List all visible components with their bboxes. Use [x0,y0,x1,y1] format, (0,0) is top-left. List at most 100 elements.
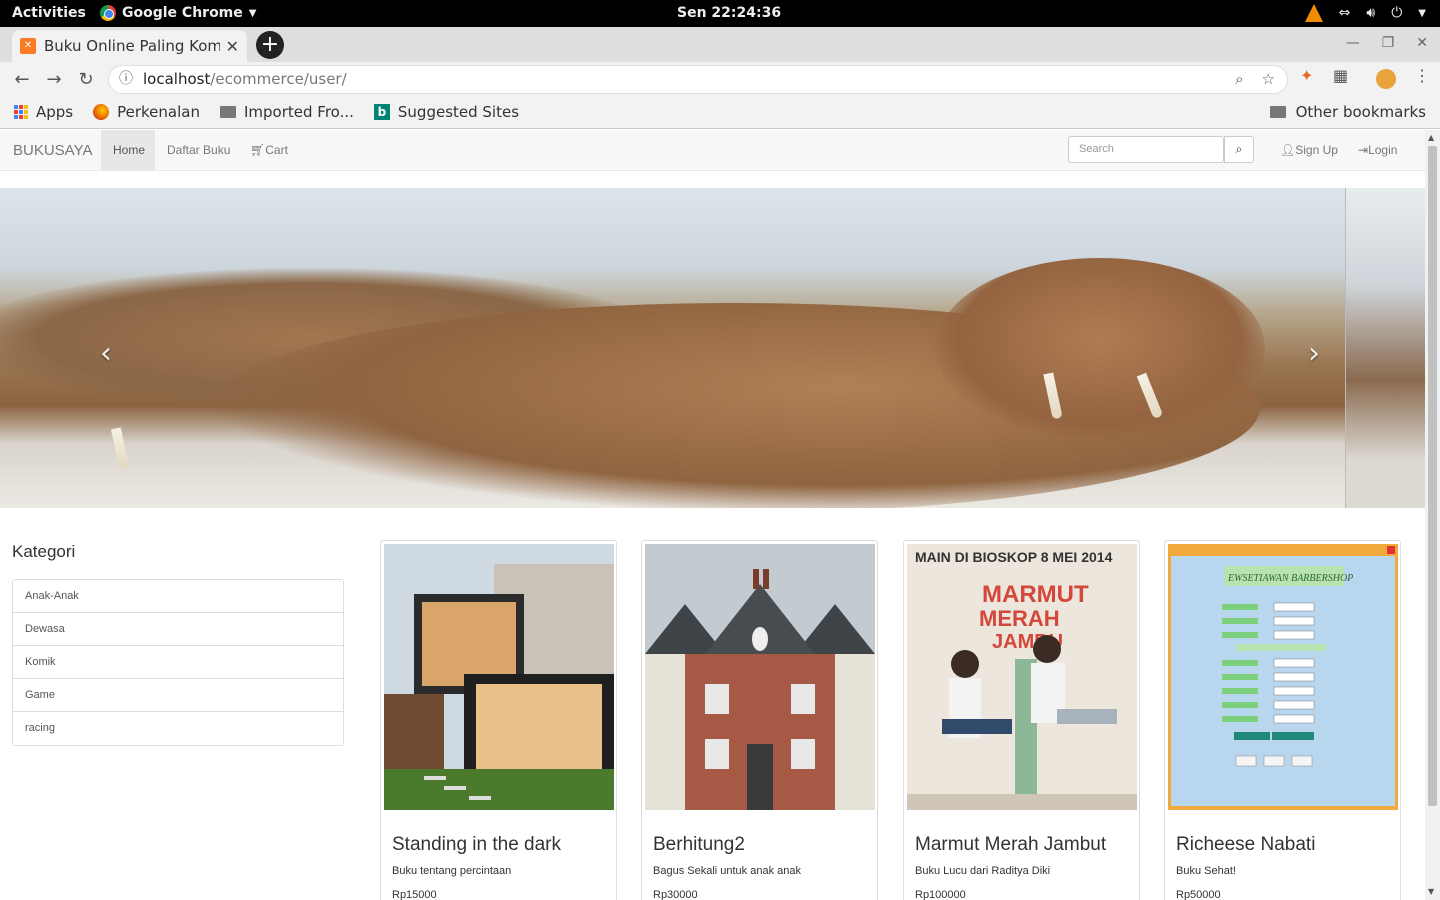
search-icon: ⌕ [1235,142,1243,156]
product-price: Rp50000 [1176,889,1221,900]
nav-daftar-buku[interactable]: Daftar Buku [155,130,242,171]
category-item[interactable]: Komik [13,646,343,679]
chevron-down-icon: ▼ [248,7,257,19]
walrus-head-shape [935,258,1265,438]
scrollbar-thumb[interactable] [1428,146,1437,806]
power-icon: ⏻ [1391,5,1403,21]
browser-toolbar: ← → ↻ ⓘ localhost/ecommerce/user/ ⌕ ☆ ✦ … [0,62,1440,96]
menu-dots-icon[interactable]: ⋮ [1414,66,1430,85]
window-controls: — ❐ ✕ [1346,35,1428,51]
nav-cart-label: Cart [265,143,288,157]
address-bar[interactable]: ⓘ localhost/ecommerce/user/ ⌕ ☆ [108,65,1288,94]
product-description: Buku Lucu dari Raditya Diki [915,865,1051,877]
form-heading: EWSETIAWAN BARBERSHOP [1227,573,1353,584]
activities-button[interactable]: Activities [12,5,86,21]
signup-link[interactable]: 👤︎Sign Up [1268,130,1350,171]
category-item[interactable]: racing [13,712,343,745]
new-tab-button[interactable]: + [256,31,284,59]
product-image[interactable] [645,544,875,810]
product-card[interactable]: EWSETIAWAN BARBERSHOP Richeese Nabati Bu… [1164,540,1401,900]
nav-cart[interactable]: 🛒︎Cart [238,130,300,171]
product-image[interactable]: MAIN DI BIOSKOP 8 MEI 2014 MARMUT MERAH … [907,544,1137,810]
product-image[interactable]: EWSETIAWAN BARBERSHOP [1168,544,1398,810]
walrus-tusk [110,427,130,469]
back-icon[interactable]: ← [6,69,38,90]
category-item[interactable]: Anak-Anak [13,580,343,613]
brick-house-image [645,544,875,810]
product-image[interactable] [384,544,614,810]
scroll-up-icon[interactable]: ▲ [1428,133,1434,142]
product-description: Buku Sehat! [1176,865,1236,877]
bookmark-imported[interactable]: Imported Fro... [219,103,354,121]
chevron-down-icon: ▼ [1418,7,1426,19]
carousel-next-icon[interactable]: › [1308,336,1320,371]
page-scrollbar[interactable]: ▲ ▼ [1425,130,1440,900]
bookmark-suggested-label: Suggested Sites [397,103,520,121]
volume-icon: 🔊︎ [1366,5,1376,21]
maximize-icon[interactable]: ❐ [1382,35,1395,51]
category-item[interactable]: Game [13,679,343,712]
product-price: Rp100000 [915,889,966,900]
category-item[interactable]: Dewasa [13,613,343,646]
forward-icon[interactable]: → [38,69,70,90]
search-input[interactable]: Search [1068,136,1224,163]
folder-icon [1269,106,1286,118]
bookmark-other-label: Other bookmarks [1295,103,1426,121]
xampp-favicon-icon: ✕ [20,38,36,54]
hero-carousel: ‹ › [0,188,1425,508]
close-window-icon[interactable]: ✕ [1416,35,1428,51]
vlc-icon[interactable] [1304,4,1323,22]
qr-extension-icon[interactable]: ▦ [1333,66,1348,85]
product-card[interactable]: Standing in the dark Buku tentang percin… [380,540,617,900]
apps-grid-icon [14,105,28,119]
bookmark-suggested[interactable]: b Suggested Sites [373,103,520,121]
minimize-icon[interactable]: — [1346,35,1360,51]
tab-title: Buku Online Paling Komp [44,37,220,55]
browser-tab[interactable]: ✕ Buku Online Paling Komp ✕ [12,30,247,62]
scroll-down-icon[interactable]: ▼ [1428,887,1434,896]
user-icon: 👤︎ [1280,143,1296,157]
folder-icon [219,106,236,118]
info-icon[interactable]: ⓘ [119,66,133,93]
bookmark-star-icon[interactable]: ☆ [1262,66,1275,93]
product-card[interactable]: MAIN DI BIOSKOP 8 MEI 2014 MARMUT MERAH … [903,540,1140,900]
app-menu[interactable]: Google Chrome ▼ [100,5,256,21]
system-tray[interactable]: ⇔ 🔊︎ ⏻ ▼ [1304,4,1426,22]
site-navbar: BUKUSAYA Home Daftar Buku 🛒︎Cart Search … [0,130,1425,171]
search-button[interactable]: ⌕ [1224,136,1254,163]
extension-icon[interactable]: ✦ [1300,66,1313,85]
url-path: /ecommerce/user/ [210,70,347,88]
chrome-icon [100,5,116,21]
bookmark-other[interactable]: Other bookmarks [1269,103,1426,121]
product-title[interactable]: Richeese Nabati [1176,834,1315,856]
category-list: Anak-Anak Dewasa Komik Game racing [12,579,344,746]
product-card[interactable]: Berhitung2 Bagus Sekali untuk anak anak … [641,540,878,900]
site-brand[interactable]: BUKUSAYA [13,142,92,159]
product-title[interactable]: Marmut Merah Jambut [915,834,1106,856]
bookmark-perkenalan[interactable]: Perkenalan [93,103,200,121]
product-title[interactable]: Standing in the dark [392,834,561,856]
movie-poster-image: MAIN DI BIOSKOP 8 MEI 2014 MARMUT MERAH … [907,544,1137,810]
profile-avatar[interactable] [1376,69,1396,89]
form-screenshot-image: EWSETIAWAN BARBERSHOP [1168,544,1398,810]
login-link[interactable]: ⇥Login [1346,130,1409,171]
bookmark-apps[interactable]: Apps [14,103,73,121]
product-title[interactable]: Berhitung2 [653,834,745,856]
zoom-icon[interactable]: ⌕ [1235,66,1243,93]
close-tab-icon[interactable]: ✕ [226,37,239,56]
next-slide-preview [1345,188,1425,508]
bookmarks-bar: Apps Perkenalan Imported Fro... b Sugges… [0,96,1440,129]
clock[interactable]: Sen 22:24:36 [677,5,781,21]
product-price: Rp15000 [392,889,437,900]
category-title: Kategori [12,542,76,561]
firefox-icon [93,104,110,120]
network-icon: ⇔ [1338,5,1351,21]
modern-house-image [384,544,614,810]
reload-icon[interactable]: ↻ [70,69,102,90]
page-viewport: BUKUSAYA Home Daftar Buku 🛒︎Cart Search … [0,130,1425,900]
nav-home[interactable]: Home [101,130,155,171]
url-host: localhost [143,70,211,88]
carousel-prev-icon[interactable]: ‹ [100,336,112,371]
tab-strip: ✕ Buku Online Paling Komp ✕ + — ❐ ✕ [0,27,1440,62]
signup-label: Sign Up [1295,143,1338,157]
